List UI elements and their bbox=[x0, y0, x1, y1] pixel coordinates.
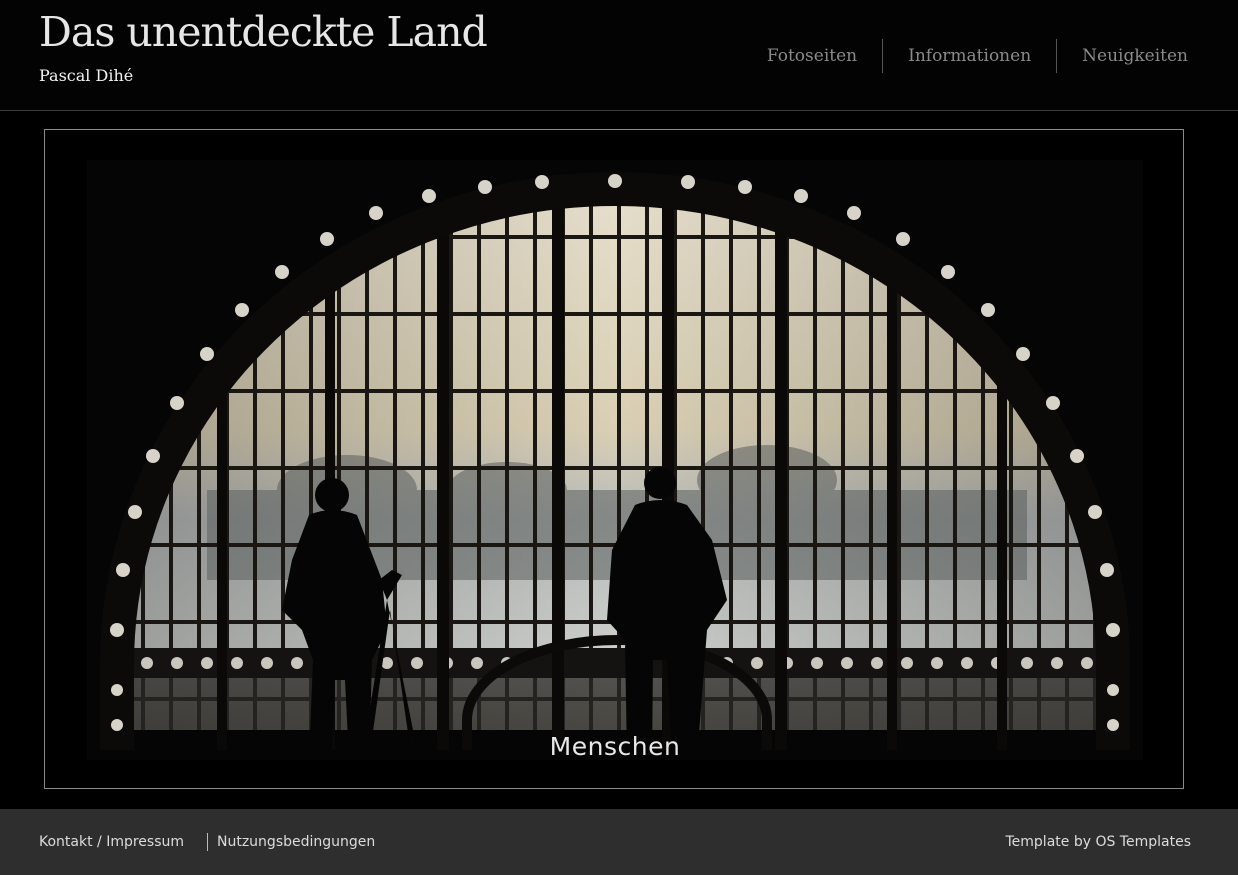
site-title[interactable]: Das unentdeckte Land bbox=[39, 8, 488, 56]
slide-caption: Menschen bbox=[549, 732, 681, 761]
nav-item-neuigkeiten[interactable]: Neuigkeiten bbox=[1057, 39, 1188, 73]
footer-divider bbox=[207, 833, 208, 851]
footer-link-contact[interactable]: Kontakt / Impressum bbox=[39, 834, 184, 850]
footer-link-terms[interactable]: Nutzungsbedingungen bbox=[217, 834, 375, 850]
site-author: Pascal Dihé bbox=[39, 66, 134, 85]
site-header: Das unentdeckte Land Pascal Dihé Fotosei… bbox=[0, 0, 1238, 111]
site-footer: Kontakt / Impressum Nutzungsbedingungen … bbox=[0, 809, 1238, 875]
nav-item-fotoseiten[interactable]: Fotoseiten bbox=[767, 39, 882, 73]
footer-credit-link[interactable]: Template by OS Templates bbox=[1006, 834, 1192, 850]
nav-item-informationen[interactable]: Informationen bbox=[883, 39, 1056, 73]
main-nav: Fotoseiten Informationen Neuigkeiten bbox=[767, 38, 1188, 74]
gallery-frame: Menschen bbox=[44, 129, 1184, 789]
gallery-photo[interactable]: Menschen bbox=[87, 160, 1143, 761]
